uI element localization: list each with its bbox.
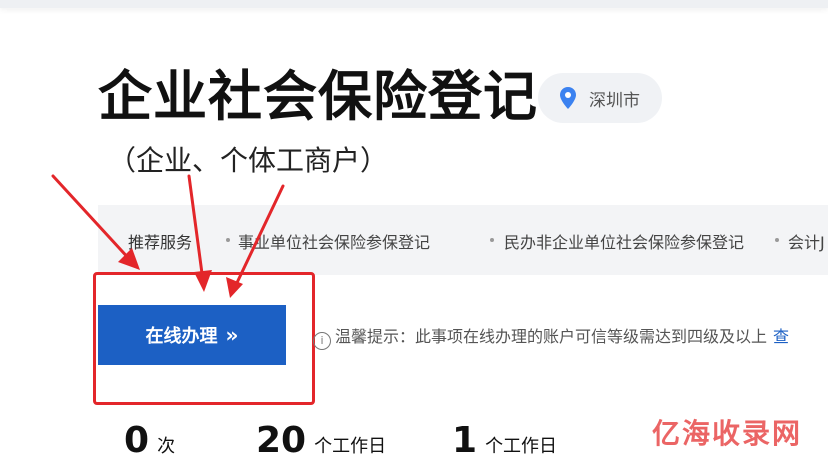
annotation-arrows: [51, 174, 285, 298]
annotation-arrowhead: [194, 270, 212, 292]
annotation-arrow: [187, 174, 205, 283]
annotation-arrowhead: [226, 277, 243, 298]
annotation-arrow: [51, 174, 134, 264]
annotation-arrow: [232, 184, 285, 291]
